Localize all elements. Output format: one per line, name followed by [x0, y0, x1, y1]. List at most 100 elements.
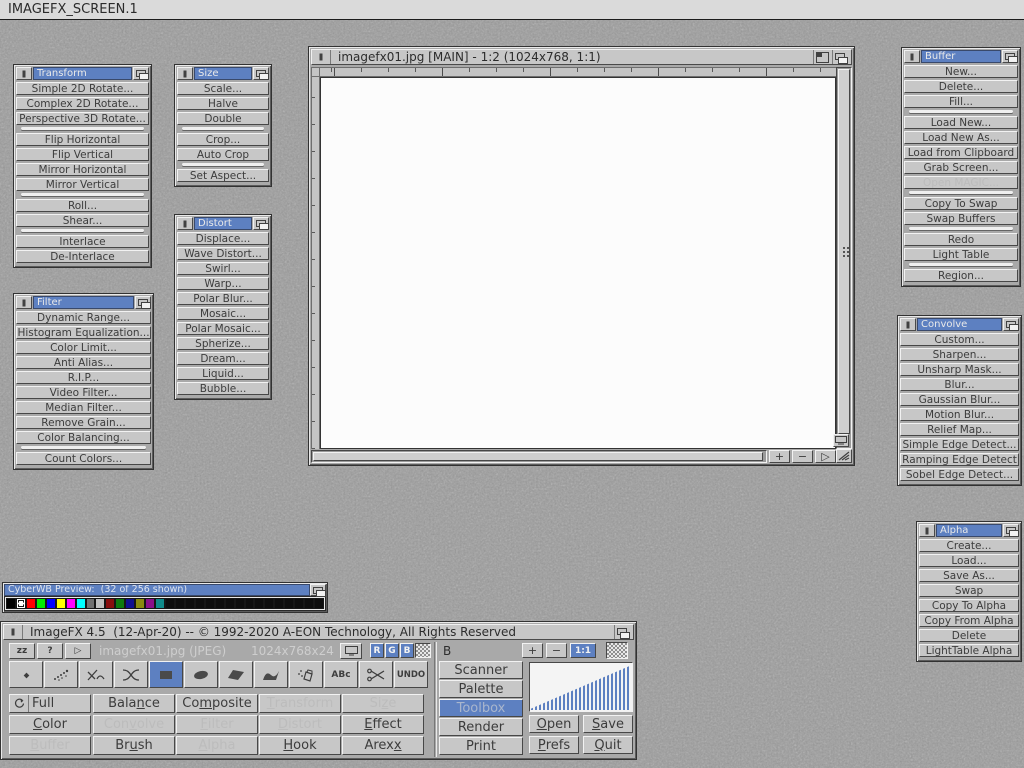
perspective-3d-rotate-button[interactable]: Perspective 3D Rotate... — [16, 112, 149, 125]
color-swatch-28[interactable] — [284, 598, 294, 609]
render-button[interactable]: Render — [439, 718, 523, 736]
alpha-pattern-icon[interactable] — [606, 642, 628, 659]
new-button[interactable]: New... — [904, 65, 1018, 78]
close-icon[interactable] — [919, 524, 935, 537]
copy-to-alpha-button[interactable]: Copy To Alpha — [919, 599, 1019, 612]
halve-button[interactable]: Halve — [177, 97, 269, 110]
color-limit-button[interactable]: Color Limit... — [16, 341, 151, 354]
dither-pattern-icon[interactable] — [415, 643, 431, 658]
sharpen-button[interactable]: Sharpen... — [900, 348, 1019, 361]
vertical-scrollbar-thumb[interactable] — [838, 69, 850, 434]
color-swatch-22[interactable] — [225, 598, 235, 609]
load-new-as-button[interactable]: Load New As... — [904, 131, 1018, 144]
green-channel-toggle[interactable]: G — [385, 643, 399, 658]
color-swatch-15[interactable] — [155, 598, 165, 609]
anti-alias-button[interactable]: Anti Alias... — [16, 356, 151, 369]
color-swatch-30[interactable] — [304, 598, 314, 609]
displace-button[interactable]: Displace... — [177, 232, 269, 245]
remove-grain-button[interactable]: Remove Grain... — [16, 416, 151, 429]
zoom-in-button[interactable]: + — [769, 450, 790, 463]
prefs-button[interactable]: Prefs — [529, 736, 579, 754]
fill-tool[interactable] — [289, 661, 323, 688]
polar-blur-button[interactable]: Polar Blur... — [177, 292, 269, 305]
ramping-edge-detect-button[interactable]: Ramping Edge Detect — [900, 453, 1019, 466]
save-as-button[interactable]: Save As... — [919, 569, 1019, 582]
open-button[interactable]: Open — [529, 715, 579, 733]
de-interlace-button[interactable]: De-Interlace — [16, 250, 149, 263]
color-swatch-19[interactable] — [195, 598, 205, 609]
gaussian-blur-button[interactable]: Gaussian Blur... — [900, 393, 1019, 406]
color-swatch-3[interactable] — [36, 598, 46, 609]
flip-horizontal-button[interactable]: Flip Horizontal — [16, 133, 149, 146]
polygon-tool[interactable] — [219, 661, 253, 688]
depth-icon[interactable] — [614, 625, 633, 639]
screen-title-bar[interactable]: IMAGEFX_SCREEN.1 — [0, 0, 1024, 20]
close-icon[interactable] — [900, 318, 916, 331]
alpha-title-bar[interactable]: Alpha — [919, 524, 1019, 537]
main-window-title-bar[interactable]: imagefx01.jpg [MAIN] - 1:2 (1024x768, 1:… — [311, 49, 852, 65]
shear-button[interactable]: Shear... — [16, 214, 149, 227]
color-swatch-12[interactable] — [125, 598, 135, 609]
close-icon[interactable] — [16, 67, 32, 80]
close-icon[interactable] — [177, 217, 193, 230]
color-swatch-27[interactable] — [274, 598, 284, 609]
close-icon[interactable] — [177, 67, 193, 80]
polar-mosaic-button[interactable]: Polar Mosaic... — [177, 322, 269, 335]
color-button[interactable]: Color — [9, 715, 91, 734]
resize-corner-icon[interactable] — [836, 449, 852, 463]
create-button[interactable]: Create... — [919, 539, 1019, 552]
color-swatch-2[interactable] — [26, 598, 36, 609]
grab-screen-button[interactable]: Grab Screen... — [904, 161, 1018, 174]
blue-channel-toggle[interactable]: B — [400, 643, 414, 658]
color-swatch-4[interactable] — [46, 598, 56, 609]
mirror-vertical-button[interactable]: Mirror Vertical — [16, 178, 149, 191]
load-new-button[interactable]: Load New... — [904, 116, 1018, 129]
palette-button[interactable]: Palette — [439, 680, 523, 698]
text-tool[interactable]: ABc — [324, 661, 358, 688]
toolbox-button[interactable]: Toolbox — [439, 699, 523, 717]
blur-button[interactable]: Blur... — [900, 378, 1019, 391]
horizontal-scrollbar-thumb[interactable] — [313, 452, 763, 461]
swap-button[interactable]: Swap — [919, 584, 1019, 597]
depth-icon[interactable] — [1003, 318, 1019, 331]
histogram-equalization-button[interactable]: Histogram Equalization... — [16, 326, 151, 339]
count-colors-button[interactable]: Count Colors... — [16, 452, 151, 465]
print-button[interactable]: Print — [439, 737, 523, 755]
complex-2d-rotate-button[interactable]: Complex 2D Rotate... — [16, 97, 149, 110]
close-icon[interactable] — [312, 50, 331, 64]
color-swatch-26[interactable] — [264, 598, 274, 609]
dynamic-range-button[interactable]: Dynamic Range... — [16, 311, 151, 324]
play-button[interactable]: ▷ — [815, 450, 836, 463]
spherize-button[interactable]: Spherize... — [177, 337, 269, 350]
convolve-title-bar[interactable]: Convolve — [900, 318, 1019, 331]
color-swatch-25[interactable] — [254, 598, 264, 609]
simple-2d-rotate-button[interactable]: Simple 2D Rotate... — [16, 82, 149, 95]
buffer-title-bar[interactable]: Buffer — [904, 50, 1018, 63]
close-icon[interactable] — [904, 50, 920, 63]
zoom-out-button[interactable]: − — [792, 450, 813, 463]
motion-blur-button[interactable]: Motion Blur... — [900, 408, 1019, 421]
play-button[interactable]: ▷ — [65, 643, 91, 659]
color-swatch-14[interactable] — [145, 598, 155, 609]
screen-mode-icon[interactable] — [833, 434, 849, 447]
liquid-button[interactable]: Liquid... — [177, 367, 269, 380]
oval-tool[interactable] — [184, 661, 218, 688]
color-balancing-button[interactable]: Color Balancing... — [16, 431, 151, 444]
brush-button[interactable]: Brush — [93, 736, 175, 755]
simple-edge-detect-button[interactable]: Simple Edge Detect... — [900, 438, 1019, 451]
copy-from-alpha-button[interactable]: Copy From Alpha — [919, 614, 1019, 627]
save-button[interactable]: Save — [583, 715, 633, 733]
composite-button[interactable]: Composite — [176, 694, 258, 713]
double-button[interactable]: Double — [177, 112, 269, 125]
set-aspect-button[interactable]: Set Aspect... — [177, 169, 269, 182]
color-swatch-20[interactable] — [205, 598, 215, 609]
transform-title-bar[interactable]: Transform — [16, 67, 149, 80]
color-swatch-7[interactable] — [76, 598, 86, 609]
depth-icon[interactable] — [253, 217, 269, 230]
zoom-ratio-button[interactable]: 1:1 — [570, 643, 596, 658]
close-icon[interactable] — [4, 625, 23, 639]
curve-tool[interactable] — [114, 661, 148, 688]
image-canvas[interactable] — [320, 77, 836, 449]
color-swatch-16[interactable] — [165, 598, 175, 609]
help-button[interactable]: ? — [37, 643, 63, 659]
